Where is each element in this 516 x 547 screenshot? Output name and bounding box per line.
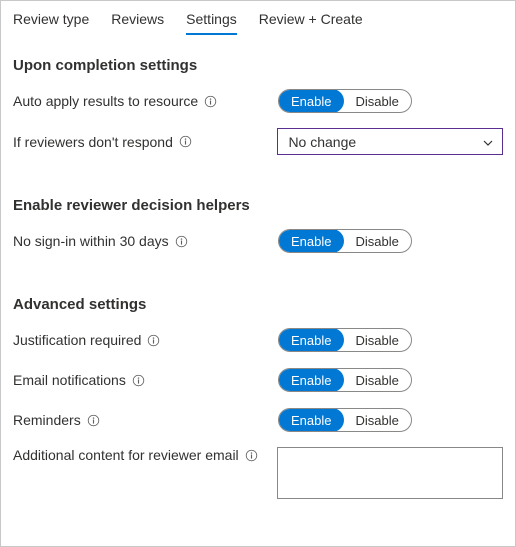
toggle-auto-apply-enable[interactable]: Enable (278, 89, 344, 113)
toggle-justification-enable[interactable]: Enable (278, 328, 344, 352)
chevron-down-icon (482, 136, 494, 148)
label-email-text: Email notifications (13, 372, 126, 388)
label-no-signin: No sign-in within 30 days (13, 233, 278, 249)
toggle-no-signin-disable[interactable]: Disable (343, 230, 410, 252)
info-icon[interactable] (87, 414, 100, 427)
label-additional-content-text: Additional content for reviewer email (13, 447, 239, 463)
label-auto-apply: Auto apply results to resource (13, 93, 278, 109)
toggle-justification-disable[interactable]: Disable (343, 329, 410, 351)
content-area: Upon completion settings Auto apply resu… (1, 35, 515, 525)
label-reminders: Reminders (13, 412, 278, 428)
label-no-respond-text: If reviewers don't respond (13, 134, 173, 150)
toggle-auto-apply-disable[interactable]: Disable (343, 90, 410, 112)
toggle-auto-apply[interactable]: Enable Disable (278, 89, 412, 113)
row-additional-content: Additional content for reviewer email (13, 447, 503, 499)
toggle-reminders-disable[interactable]: Disable (343, 409, 410, 431)
toggle-justification[interactable]: Enable Disable (278, 328, 412, 352)
tab-reviews[interactable]: Reviews (111, 7, 164, 35)
row-reminders: Reminders Enable Disable (13, 407, 503, 433)
toggle-reminders[interactable]: Enable Disable (278, 408, 412, 432)
info-icon[interactable] (175, 235, 188, 248)
toggle-no-signin[interactable]: Enable Disable (278, 229, 412, 253)
info-icon[interactable] (147, 334, 160, 347)
label-auto-apply-text: Auto apply results to resource (13, 93, 198, 109)
info-icon[interactable] (245, 449, 258, 462)
settings-panel: Review type Reviews Settings Review + Cr… (0, 0, 516, 547)
toggle-reminders-enable[interactable]: Enable (278, 408, 344, 432)
toggle-email-disable[interactable]: Disable (343, 369, 410, 391)
tab-review-type[interactable]: Review type (13, 7, 89, 35)
toggle-email[interactable]: Enable Disable (278, 368, 412, 392)
select-no-respond[interactable]: No change (277, 128, 503, 155)
section-title-advanced: Advanced settings (13, 296, 503, 313)
select-no-respond-value: No change (288, 134, 356, 150)
textarea-additional-content[interactable] (277, 447, 503, 499)
label-no-signin-text: No sign-in within 30 days (13, 233, 169, 249)
section-title-helpers: Enable reviewer decision helpers (13, 197, 503, 214)
label-additional-content: Additional content for reviewer email (13, 447, 277, 463)
label-no-respond: If reviewers don't respond (13, 134, 277, 150)
toggle-email-enable[interactable]: Enable (278, 368, 344, 392)
toggle-no-signin-enable[interactable]: Enable (278, 229, 344, 253)
label-email: Email notifications (13, 372, 278, 388)
tab-bar: Review type Reviews Settings Review + Cr… (1, 1, 515, 35)
label-reminders-text: Reminders (13, 412, 81, 428)
row-justification: Justification required Enable Disable (13, 327, 503, 353)
info-icon[interactable] (132, 374, 145, 387)
info-icon[interactable] (179, 135, 192, 148)
info-icon[interactable] (204, 95, 217, 108)
tab-settings[interactable]: Settings (186, 7, 237, 35)
row-no-respond: If reviewers don't respond No change (13, 128, 503, 155)
row-no-signin: No sign-in within 30 days Enable Disable (13, 228, 503, 254)
row-email: Email notifications Enable Disable (13, 367, 503, 393)
tab-review-create[interactable]: Review + Create (259, 7, 363, 35)
row-auto-apply: Auto apply results to resource Enable Di… (13, 88, 503, 114)
label-justification: Justification required (13, 332, 278, 348)
label-justification-text: Justification required (13, 332, 141, 348)
section-title-completion: Upon completion settings (13, 57, 503, 74)
